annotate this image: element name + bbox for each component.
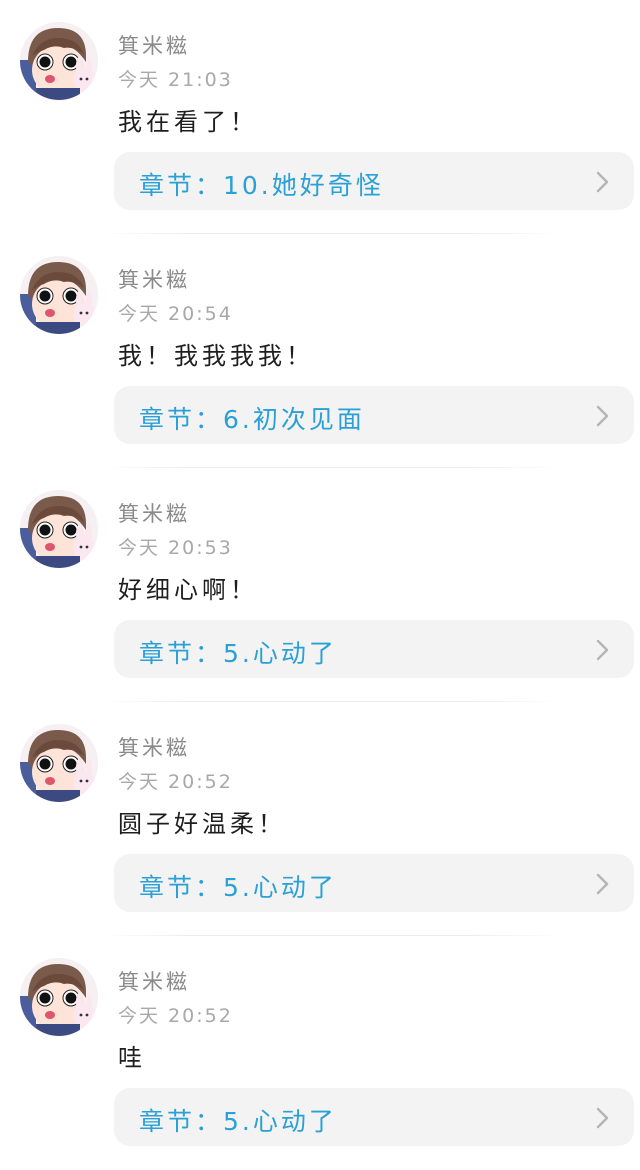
- username[interactable]: 箕米糍: [118, 264, 190, 294]
- chevron-right-icon: [596, 1107, 609, 1129]
- chevron-right-icon: [596, 639, 609, 661]
- cartoon-avatar-icon: [20, 490, 98, 568]
- chapter-label: 章节：5.心动了: [139, 1107, 337, 1136]
- comment-text: 我在看了！: [118, 108, 258, 136]
- chapter-link[interactable]: 章节：5.心动了: [114, 620, 634, 678]
- cartoon-avatar-icon: [20, 22, 98, 100]
- cartoon-avatar-icon: [20, 958, 98, 1036]
- chapter-link[interactable]: 章节：10.她好奇怪: [114, 152, 634, 210]
- username[interactable]: 箕米糍: [118, 30, 190, 60]
- comment-item: 箕米糍 今天 21:03 我在看了！ 章节：10.她好奇怪: [0, 0, 640, 234]
- comment-item: 箕米糍 今天 20:52 哇 章节：5.心动了: [0, 936, 640, 1170]
- comment-text: 好细心啊！: [118, 576, 258, 604]
- chevron-right-icon: [596, 405, 609, 427]
- timestamp: 今天 20:53: [118, 537, 233, 559]
- avatar[interactable]: [20, 724, 98, 802]
- username[interactable]: 箕米糍: [118, 498, 190, 528]
- cartoon-avatar-icon: [20, 724, 98, 802]
- chapter-link[interactable]: 章节：5.心动了: [114, 854, 634, 912]
- chapter-label: 章节：6.初次见面: [139, 405, 365, 434]
- cartoon-avatar-icon: [20, 256, 98, 334]
- comment-text: 圆子好温柔！: [118, 810, 286, 838]
- chapter-label: 章节：10.她好奇怪: [139, 171, 384, 200]
- comment-text: 哇: [118, 1044, 146, 1072]
- avatar[interactable]: [20, 490, 98, 568]
- chapter-label: 章节：5.心动了: [139, 639, 337, 668]
- chapter-label: 章节：5.心动了: [139, 873, 337, 902]
- avatar[interactable]: [20, 256, 98, 334]
- chevron-right-icon: [596, 873, 609, 895]
- chevron-right-icon: [596, 171, 609, 193]
- avatar[interactable]: [20, 958, 98, 1036]
- timestamp: 今天 20:52: [118, 1005, 233, 1027]
- timestamp: 今天 21:03: [118, 69, 233, 91]
- comment-item: 箕米糍 今天 20:52 圆子好温柔！ 章节：5.心动了: [0, 702, 640, 936]
- chapter-link[interactable]: 章节：6.初次见面: [114, 386, 634, 444]
- comment-item: 箕米糍 今天 20:53 好细心啊！ 章节：5.心动了: [0, 468, 640, 702]
- timestamp: 今天 20:54: [118, 303, 233, 325]
- comment-item: 箕米糍 今天 20:54 我！我我我我！ 章节：6.初次见面: [0, 234, 640, 468]
- chapter-link[interactable]: 章节：5.心动了: [114, 1088, 634, 1146]
- username[interactable]: 箕米糍: [118, 732, 190, 762]
- comment-list: 箕米糍 今天 21:03 我在看了！ 章节：10.她好奇怪 箕米糍 今天 20:…: [0, 0, 640, 1170]
- avatar[interactable]: [20, 22, 98, 100]
- comment-text: 我！我我我我！: [118, 342, 314, 370]
- username[interactable]: 箕米糍: [118, 966, 190, 996]
- timestamp: 今天 20:52: [118, 771, 233, 793]
